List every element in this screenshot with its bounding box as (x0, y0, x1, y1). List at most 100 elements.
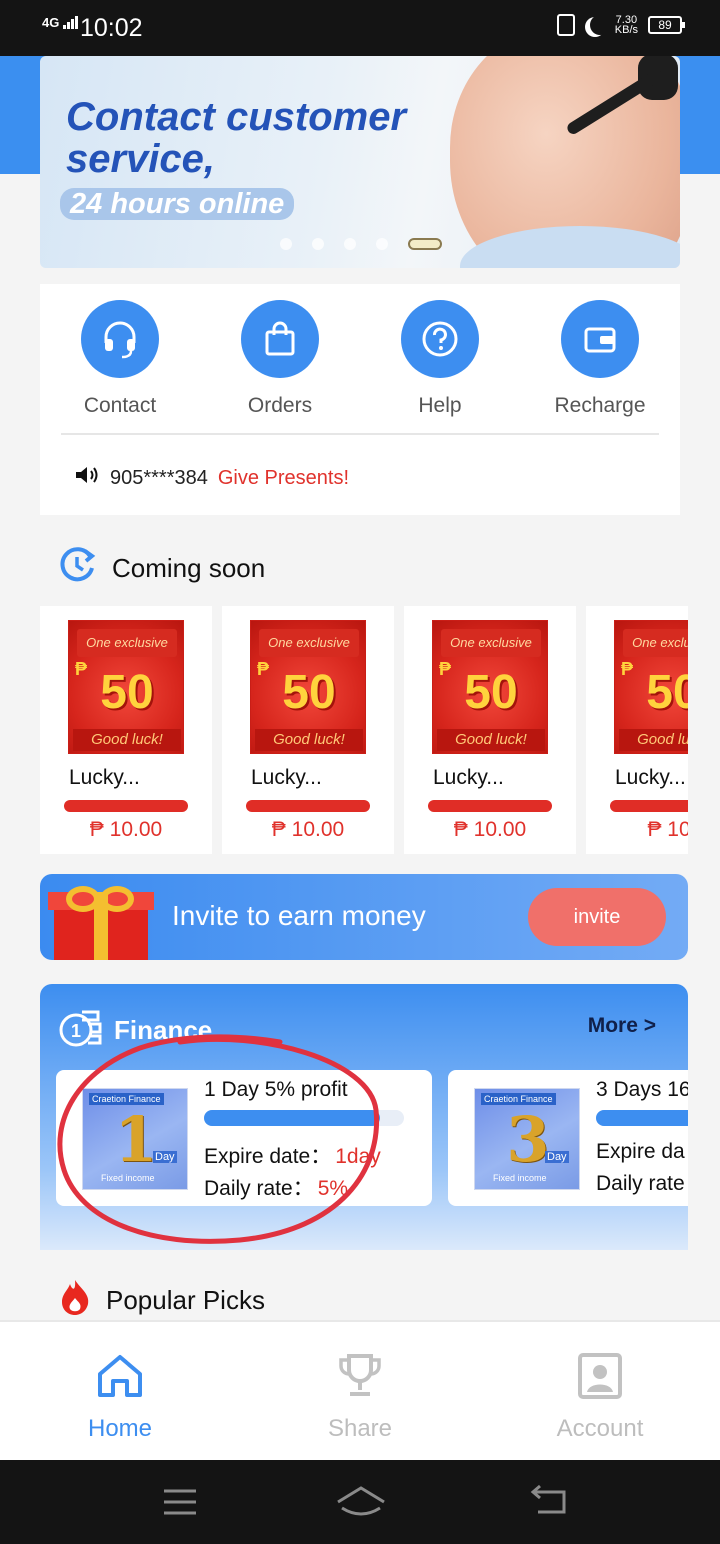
section-popular-picks: Popular Picks (58, 1278, 265, 1323)
banner-headline-line2: service, (66, 137, 216, 181)
quick-item-label: Orders (247, 394, 313, 417)
banner-dot[interactable] (376, 238, 388, 250)
signal-bars-icon (62, 16, 79, 29)
product-image: One exclusive ₱ 50 Good luck! (68, 620, 184, 754)
invite-button[interactable]: invite (528, 888, 666, 946)
invite-text: Invite to earn money (172, 900, 426, 931)
product-price: ₱ 10. (647, 818, 688, 841)
product-image: One exclusive ₱ 50 Good luck! (250, 620, 366, 754)
svg-text:1: 1 (71, 1021, 81, 1041)
system-navigation-bar (0, 1460, 720, 1544)
finance-progress (596, 1110, 688, 1126)
finance-rate-row: Daily rate： 5% (204, 1172, 348, 1202)
back-icon[interactable] (528, 1484, 572, 1520)
wallet-icon (561, 300, 639, 378)
tab-label: Home (87, 1415, 153, 1442)
product-badge-bottom: Good luck! (255, 729, 363, 751)
product-image: One exclusive ₱ 50 Good luck! (432, 620, 548, 754)
product-badge-top: One exclusive (77, 629, 177, 657)
product-name: Lucky... (615, 766, 686, 789)
product-name: Lucky... (251, 766, 322, 789)
product-card[interactable]: One exclusive ₱ 50 Good luck! Lucky... ₱… (40, 606, 212, 854)
banner-dot-active[interactable] (408, 238, 442, 250)
invite-banner[interactable]: Invite to earn money invite (40, 874, 688, 960)
finance-expire-row: Expire date： 1day (204, 1140, 381, 1170)
section-title: Coming soon (112, 553, 266, 583)
status-bar: 4G 10:02 7.30 KB/s 89 (0, 0, 720, 56)
finance-rate-row: Daily rate (596, 1172, 685, 1196)
home-button-icon[interactable] (334, 1482, 388, 1520)
menu-icon[interactable] (160, 1486, 200, 1518)
banner-dot[interactable] (312, 238, 324, 250)
tab-account[interactable]: Account (480, 1352, 720, 1443)
banner-dot[interactable] (280, 238, 292, 250)
notice-marquee: 905****384 Give Presents! (74, 464, 349, 492)
coins-icon: 1 (58, 1006, 104, 1055)
finance-more-link[interactable]: More > (588, 1014, 656, 1038)
banner-pagination[interactable] (280, 238, 442, 250)
rate-label: Daily rate： (204, 1177, 314, 1200)
finance-section: 1 Finance More > Craetion Finance 1 Day … (40, 984, 688, 1250)
shopping-bag-icon (241, 300, 319, 378)
finance-progress-fill (204, 1110, 380, 1126)
gift-bow (66, 886, 136, 914)
product-card[interactable]: One exclusive ₱ 50 Good luck! Lucky... ₱… (404, 606, 576, 854)
product-badge-top: One exclusive (441, 629, 541, 657)
product-price: ₱ 10.00 (453, 818, 527, 841)
vibrate-icon (556, 14, 575, 36)
battery-level: 89 (658, 18, 672, 32)
banner-headline: Contact customer service, (66, 96, 406, 180)
notice-phone: 905****384 (110, 466, 208, 489)
quick-item-contact[interactable]: Contact (40, 300, 200, 418)
finance-fixed-label: Fixed income (493, 1173, 547, 1183)
fire-icon (58, 1278, 92, 1323)
quick-menu-card: Contact Orders Help Recharge 905****384 … (40, 284, 680, 515)
product-name: Lucky... (433, 766, 504, 789)
finance-fixed-label: Fixed income (101, 1173, 155, 1183)
product-amount: 50 (100, 666, 154, 719)
finance-expire-row: Expire da (596, 1140, 685, 1164)
question-icon (401, 300, 479, 378)
product-progress (246, 800, 370, 812)
finance-product-image: Craetion Finance 3 Day Fixed income (474, 1088, 580, 1190)
rate-label: Daily rate (596, 1172, 685, 1195)
finance-product-title: 1 Day 5% profit (204, 1078, 348, 1101)
finance-product-image: Craetion Finance 1 Day Fixed income (82, 1088, 188, 1190)
tab-label: Share (327, 1415, 393, 1442)
finance-product-card[interactable]: Craetion Finance 3 Day Fixed income 3 Da… (448, 1070, 688, 1206)
tab-label: Account (556, 1415, 644, 1442)
finance-product-card[interactable]: Craetion Finance 1 Day Fixed income 1 Da… (56, 1070, 432, 1206)
product-badge-bottom: Good luck! (437, 729, 545, 751)
expire-label: Expire da (596, 1140, 685, 1163)
product-card[interactable]: One exclusive ₱ 50 Good luck! Lucky... ₱… (222, 606, 394, 854)
quick-item-recharge[interactable]: Recharge (520, 300, 680, 418)
tab-share[interactable]: Share (240, 1352, 480, 1443)
clock-icon (58, 546, 98, 591)
promo-banner[interactable]: Contact customer service, 24 hours onlin… (40, 56, 680, 268)
product-price: ₱ 10.00 (89, 818, 163, 841)
product-image: One exclusive ₱ 50 Good luck! (614, 620, 688, 754)
product-badge-top: One exclusive (259, 629, 359, 657)
coming-soon-list[interactable]: One exclusive ₱ 50 Good luck! Lucky... ₱… (40, 606, 688, 854)
expire-label: Expire date： (204, 1145, 332, 1168)
finance-day-tag: Day (153, 1151, 177, 1163)
finance-progress (204, 1110, 404, 1126)
account-icon (480, 1352, 720, 1405)
clock: 10:02 (80, 14, 143, 42)
quick-item-orders[interactable]: Orders (200, 300, 360, 418)
headset-icon (81, 300, 159, 378)
finance-header: 1 Finance (58, 1006, 212, 1055)
product-card[interactable]: One exclusive ₱ 50 Good luck! Lucky... ₱… (586, 606, 688, 854)
rate-value: 5% (317, 1177, 349, 1200)
tab-home[interactable]: Home (0, 1352, 240, 1443)
finance-title: Finance (114, 1015, 213, 1045)
banner-dot[interactable] (344, 238, 356, 250)
finance-day-tag: Day (545, 1151, 569, 1163)
speaker-icon (74, 464, 100, 492)
product-amount: 50 (282, 666, 336, 719)
bottom-navigation: Home Share Account (0, 1320, 720, 1460)
network-speed: 7.30 KB/s (615, 15, 638, 36)
quick-item-label: Contact (83, 394, 157, 417)
quick-item-help[interactable]: Help (360, 300, 520, 418)
trophy-icon (240, 1352, 480, 1405)
